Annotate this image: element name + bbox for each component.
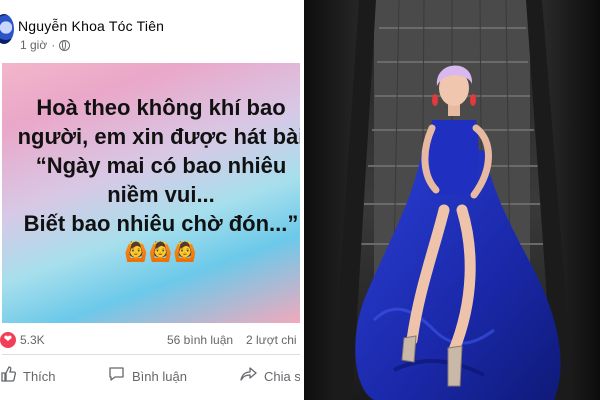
- reactions-count[interactable]: 5.3K: [20, 333, 45, 347]
- divider: [2, 354, 300, 355]
- post-meta: 1 giờ ·: [20, 38, 71, 52]
- post-text-line: Biết bao nhiêu chờ đón...”: [23, 211, 299, 236]
- author-name[interactable]: Nguyễn Khoa Tóc Tiên: [18, 18, 164, 34]
- post-text-line: Hoà theo không khí bao: [36, 95, 286, 120]
- comment-button[interactable]: Bình luận: [108, 366, 187, 386]
- meta-dot: ·: [51, 38, 56, 52]
- share-label: Chia s: [264, 368, 300, 384]
- comments-count[interactable]: 56 bình luận: [167, 333, 233, 347]
- post-background-card: Hoà theo không khí bao người, em xin đượ…: [2, 63, 300, 323]
- thumbs-up-icon: [0, 366, 16, 386]
- emoji-row: 🙆🙆🙆: [124, 242, 198, 263]
- comment-label: Bình luận: [132, 368, 187, 384]
- post-text-line: niềm vui...: [107, 182, 215, 207]
- escalator-illustration: [304, 0, 600, 400]
- like-button[interactable]: Thích: [0, 366, 56, 386]
- post-header: Nguyễn Khoa Tóc Tiên 1 giờ ·: [0, 0, 300, 56]
- post-actions: Thích Bình luận Chia s: [0, 358, 300, 394]
- post-stats: ❤ 5.3K 56 bình luận 2 lượt chi: [0, 328, 300, 350]
- shares-count[interactable]: 2 lượt chi: [246, 333, 297, 347]
- like-label: Thích: [23, 368, 56, 384]
- author-avatar[interactable]: [0, 14, 14, 44]
- share-arrow-icon: [240, 366, 257, 386]
- post-text-line: người, em xin được hát bài: [17, 124, 300, 149]
- post-text-line: “Ngày mai có bao nhiêu: [35, 153, 287, 178]
- post-text: Hoà theo không khí bao người, em xin đượ…: [2, 93, 300, 267]
- comment-bubble-icon: [108, 366, 125, 386]
- escalator-photo: [304, 0, 600, 400]
- facebook-post: Nguyễn Khoa Tóc Tiên 1 giờ · Hoà theo kh…: [0, 0, 300, 400]
- share-button[interactable]: Chia s: [240, 366, 300, 386]
- globe-icon: [59, 39, 71, 51]
- heart-reaction-icon[interactable]: ❤: [0, 332, 16, 348]
- post-time[interactable]: 1 giờ: [20, 38, 47, 52]
